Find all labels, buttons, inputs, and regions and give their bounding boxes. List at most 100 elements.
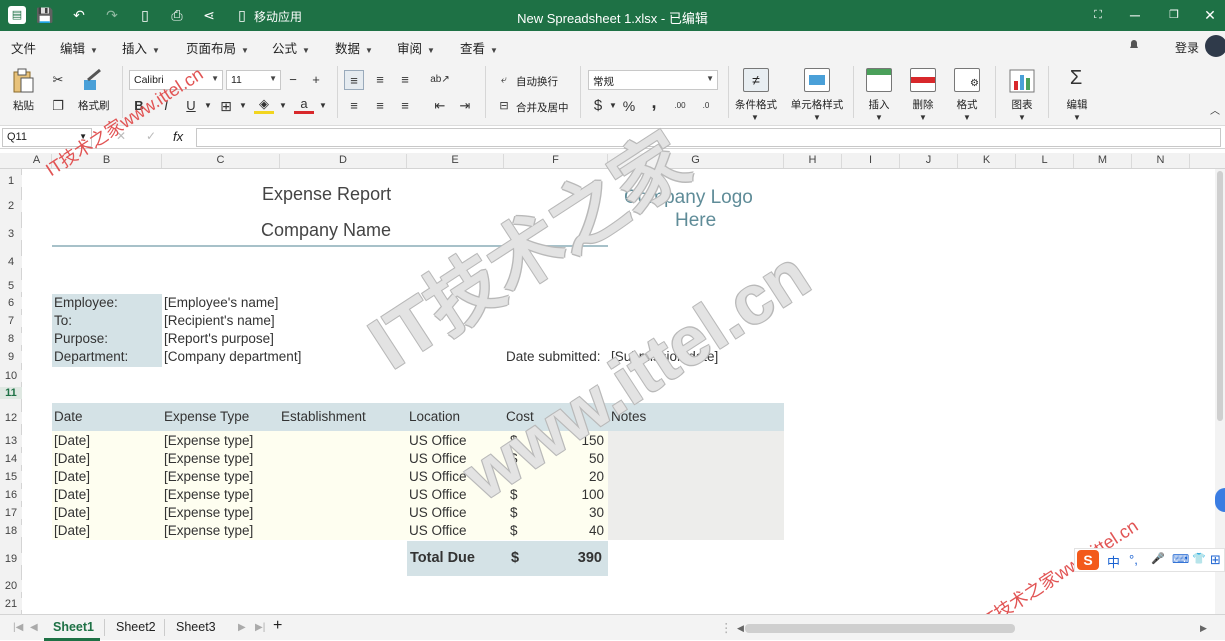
prev-sheet-icon[interactable]: ◀	[30, 622, 38, 633]
company-name[interactable]: Company Name	[261, 220, 391, 241]
side-assistant-icon[interactable]	[1215, 488, 1225, 512]
column-header[interactable]: D	[280, 154, 407, 168]
last-sheet-icon[interactable]: ▶|	[255, 622, 265, 633]
row-header[interactable]: 9	[0, 351, 22, 363]
scroll-right-icon[interactable]: ▶	[1200, 623, 1207, 634]
column-header[interactable]: A	[22, 154, 52, 168]
increase-font-icon[interactable]: +	[306, 70, 326, 90]
menu-edit[interactable]: 编辑 ▼	[60, 38, 98, 57]
column-header[interactable]: I	[842, 154, 900, 168]
copy-icon[interactable]: ❐	[48, 96, 68, 116]
info-label-purpose[interactable]: Purpose:	[54, 331, 108, 346]
column-header[interactable]: M	[1074, 154, 1132, 168]
row-header[interactable]: 8	[0, 333, 22, 345]
text-orientation-icon[interactable]: ab↗	[430, 70, 450, 90]
insert-cells-icon[interactable]	[866, 68, 892, 92]
sheet-tab-3[interactable]: Sheet3	[176, 620, 216, 634]
menu-page-layout[interactable]: 页面布局 ▼	[186, 38, 249, 57]
row-header[interactable]: 15	[0, 471, 22, 483]
edit-dropdown-icon[interactable]: ▼	[1067, 108, 1087, 128]
table-row-cost[interactable]: 100	[540, 487, 604, 502]
close-icon[interactable]: ✕	[1201, 6, 1219, 24]
row-header[interactable]: 6	[0, 297, 22, 309]
company-logo-placeholder[interactable]: Company Logo	[624, 187, 753, 209]
table-row-date[interactable]: [Date]	[54, 469, 90, 484]
column-header[interactable]: L	[1016, 154, 1074, 168]
add-sheet-button[interactable]: +	[273, 617, 282, 635]
delete-cells-icon[interactable]	[910, 68, 936, 92]
font-color-button[interactable]: a	[294, 94, 314, 114]
table-row-location[interactable]: US Office	[409, 451, 467, 466]
paste-icon[interactable]	[12, 68, 34, 94]
format-dropdown-icon[interactable]: ▼	[957, 108, 977, 128]
column-header[interactable]: H	[784, 154, 842, 168]
info-label-to[interactable]: To:	[54, 313, 72, 328]
table-row-type[interactable]: [Expense type]	[164, 505, 253, 520]
ime-language-toggle[interactable]: 中	[1107, 552, 1120, 571]
skin-icon[interactable]: 👕	[1192, 552, 1206, 565]
column-header[interactable]: K	[958, 154, 1016, 168]
borders-dropdown-icon[interactable]: ▼	[233, 96, 253, 116]
info-label-department[interactable]: Department:	[54, 349, 128, 364]
table-row-location[interactable]: US Office	[409, 523, 467, 538]
column-header[interactable]: F	[504, 154, 608, 168]
paste-label[interactable]: 粘贴	[13, 98, 34, 113]
confirm-formula-button[interactable]: ✓	[146, 129, 156, 143]
percent-button[interactable]: %	[619, 96, 639, 116]
cut-icon[interactable]: ✂	[48, 70, 68, 90]
row-header[interactable]: 17	[0, 507, 22, 519]
table-row-date[interactable]: [Date]	[54, 487, 90, 502]
row-header[interactable]: 1	[0, 175, 22, 187]
table-header-expense-type[interactable]: Expense Type	[164, 409, 249, 424]
table-row-cost[interactable]: 30	[540, 505, 604, 520]
total-due-value[interactable]: 390	[540, 550, 602, 566]
sheet-tab-2[interactable]: Sheet2	[116, 620, 156, 634]
table-row-currency[interactable]: $	[510, 523, 518, 538]
insert-function-button[interactable]: fx	[173, 129, 183, 144]
cancel-formula-button[interactable]: ✕	[116, 129, 126, 143]
notification-icon[interactable]	[1128, 39, 1140, 51]
table-row-type[interactable]: [Expense type]	[164, 523, 253, 538]
cell-style-icon[interactable]	[804, 68, 830, 92]
font-name-select[interactable]: Calibri ▼	[129, 70, 223, 90]
minimize-icon[interactable]: ─	[1126, 6, 1144, 24]
row-header-selected[interactable]: 11	[0, 387, 22, 399]
sheet-tab-1[interactable]: Sheet1	[53, 620, 94, 634]
table-row-cost[interactable]: 150	[540, 433, 604, 448]
format-painter-icon[interactable]	[80, 68, 106, 92]
row-header[interactable]: 21	[0, 598, 22, 610]
table-row-date[interactable]: [Date]	[54, 523, 90, 538]
row-header[interactable]: 12	[0, 412, 22, 424]
scroll-left-icon[interactable]: ◀	[737, 623, 744, 634]
total-due-currency[interactable]: $	[511, 550, 519, 566]
decrease-decimal-button[interactable]: .0	[696, 96, 716, 116]
row-header[interactable]: 7	[0, 315, 22, 327]
date-submitted-value[interactable]: [Submission date]	[611, 349, 718, 364]
next-sheet-icon[interactable]: ▶	[238, 622, 246, 633]
horizontal-scrollbar-thumb[interactable]	[745, 624, 1015, 633]
row-header[interactable]: 18	[0, 525, 22, 537]
date-submitted-label[interactable]: Date submitted:	[506, 349, 601, 364]
format-painter-label[interactable]: 格式刷	[78, 98, 110, 113]
column-header[interactable]: C	[162, 154, 280, 168]
avatar[interactable]	[1205, 35, 1225, 57]
collapse-ribbon-icon[interactable]: ︿	[1205, 102, 1225, 122]
formula-input[interactable]	[196, 128, 1221, 147]
chart-icon[interactable]	[1009, 69, 1035, 93]
table-header-location[interactable]: Location	[409, 409, 460, 424]
sogou-logo-icon[interactable]: S	[1077, 550, 1099, 570]
spreadsheet-grid[interactable]: A B C D E F G H I J K L M N 1 2 3 4 5 6 …	[0, 149, 1225, 614]
table-row-date[interactable]: [Date]	[54, 433, 90, 448]
table-row-currency[interactable]: $	[510, 433, 518, 448]
align-top-icon[interactable]: ≡	[344, 70, 364, 90]
table-row-location[interactable]: US Office	[409, 505, 467, 520]
conditional-format-dropdown-icon[interactable]: ▼	[745, 108, 765, 128]
chart-dropdown-icon[interactable]: ▼	[1012, 108, 1032, 128]
row-header[interactable]: 19	[0, 553, 22, 565]
ime-punctuation-toggle[interactable]: °,	[1129, 552, 1138, 567]
ime-toolbar[interactable]: S 中 °, 🎤 ⌨ 👕 ⊞	[1074, 548, 1225, 572]
row-header[interactable]: 3	[0, 228, 22, 240]
table-row-type[interactable]: [Expense type]	[164, 487, 253, 502]
comma-style-button[interactable]: ,	[644, 92, 664, 112]
increase-decimal-button[interactable]: .00	[670, 96, 690, 116]
